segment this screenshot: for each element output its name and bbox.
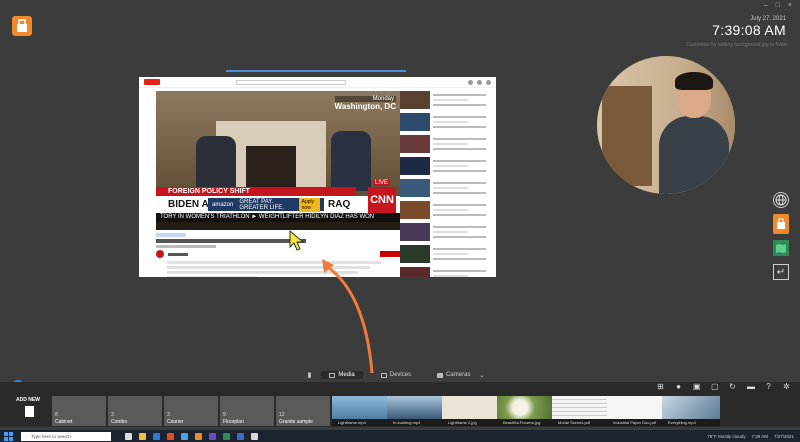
source-tabs: ▮ Media Devices Cameras ⌄ bbox=[0, 368, 800, 382]
location-label: Monday Washington, DC bbox=[334, 96, 396, 111]
folder-tile[interactable]: 12 Granite sample bbox=[276, 396, 330, 426]
video-meta bbox=[156, 233, 400, 248]
media-thumbnail[interactable]: Lightframe.mp4 bbox=[332, 396, 390, 426]
youtube-header-icons bbox=[468, 79, 491, 85]
windows-start-icon[interactable] bbox=[4, 431, 13, 441]
live-badge: LIVE bbox=[372, 180, 390, 186]
cnn-logo: CNN bbox=[368, 187, 396, 213]
app-taskbar-icon[interactable] bbox=[195, 432, 202, 440]
media-thumbnail[interactable]: Modal Scenes.pdf bbox=[552, 396, 610, 426]
app-switch-icon[interactable] bbox=[773, 214, 789, 234]
youtube-header bbox=[139, 77, 496, 88]
help-icon[interactable]: ? bbox=[765, 383, 772, 391]
screen-icon[interactable]: ▣ bbox=[693, 383, 701, 391]
annotation-arrow bbox=[322, 259, 374, 374]
ad-banner: amazon GREAT PAY. GREATER LIFE. Apply no… bbox=[208, 197, 324, 212]
app-logo-icon[interactable] bbox=[12, 16, 32, 36]
system-tray: 78°F Mostly cloudy 7:39 AM 7/27/2021 bbox=[707, 434, 794, 439]
camera-icon[interactable]: ● bbox=[675, 383, 682, 391]
tab-cameras[interactable]: Cameras ⌄ bbox=[429, 371, 492, 380]
explorer-icon[interactable] bbox=[139, 432, 146, 440]
grid-icon[interactable]: ⊞ bbox=[657, 383, 664, 391]
recommended-videos bbox=[400, 91, 492, 277]
media-icon bbox=[329, 372, 336, 378]
pin-icon[interactable]: ▮ bbox=[308, 371, 312, 379]
media-thumbnail[interactable]: Lightframe 2.jpg bbox=[442, 396, 500, 426]
edge-icon[interactable] bbox=[153, 432, 160, 440]
person-left bbox=[196, 136, 236, 191]
screen-share-indicator bbox=[226, 70, 406, 72]
clock: July 27, 2021 7:39:08 AM bbox=[712, 16, 786, 38]
add-document-icon bbox=[25, 406, 34, 417]
windows-taskbar: Type here to search 78°F Mostly cloudy 7… bbox=[0, 430, 800, 442]
background-hint: Customize by adding background.jpg to fo… bbox=[686, 42, 788, 48]
taskbar-search-input[interactable]: Type here to search bbox=[21, 431, 111, 441]
settings-taskbar-icon[interactable] bbox=[251, 432, 258, 440]
video-controls-bar bbox=[156, 222, 400, 230]
add-new-button[interactable]: ADD NEW bbox=[16, 397, 48, 425]
cameras-icon bbox=[437, 372, 444, 378]
presenter-body bbox=[659, 116, 729, 194]
maximize-button[interactable]: □ bbox=[776, 2, 780, 9]
minimize-button[interactable]: – bbox=[764, 2, 768, 9]
taskbar-apps bbox=[125, 432, 258, 440]
folder-tile[interactable]: 3 Combo bbox=[108, 396, 162, 426]
folder-tile[interactable]: 8 Cabinet bbox=[52, 396, 106, 426]
webcam-feed[interactable] bbox=[597, 56, 735, 194]
word-icon[interactable] bbox=[237, 432, 244, 440]
tab-media[interactable]: Media bbox=[321, 371, 363, 379]
task-view-icon[interactable] bbox=[125, 432, 132, 440]
media-thumbnail[interactable]: Beautiful-Flowers.jpg bbox=[497, 396, 555, 426]
bookshelf bbox=[602, 86, 652, 186]
window-controls: – □ × bbox=[764, 2, 792, 9]
news-ticker: TORY IN WOMEN'S TRIATHLON ► WEIGHTLIFTER… bbox=[156, 213, 400, 222]
close-button[interactable]: × bbox=[788, 2, 792, 9]
media-thumbnail[interactable]: Everything.mp4 bbox=[662, 396, 720, 426]
media-thumbnail[interactable]: Industrial Paper Doc.pdf bbox=[607, 396, 665, 426]
settings-icon[interactable]: ✲ bbox=[783, 383, 790, 391]
youtube-search-input bbox=[236, 79, 346, 85]
weather-label[interactable]: 78°F Mostly cloudy bbox=[707, 434, 745, 439]
mouse-cursor-icon bbox=[289, 229, 305, 257]
exit-icon[interactable]: ↵ bbox=[773, 264, 789, 280]
excel-icon[interactable] bbox=[223, 432, 230, 440]
folder-tile[interactable]: 9 Floorplan bbox=[220, 396, 274, 426]
globe-icon[interactable] bbox=[773, 192, 789, 208]
folder-icon[interactable]: ▬ bbox=[747, 383, 755, 391]
chevron-down-icon[interactable]: ⌄ bbox=[479, 372, 484, 379]
chrome-icon[interactable] bbox=[167, 432, 174, 440]
video-player: Monday Washington, DC LIVE FOREIGN POLIC… bbox=[156, 91, 400, 230]
media-thumbnail[interactable]: In-building.mp4 bbox=[387, 396, 445, 426]
map-icon[interactable] bbox=[773, 240, 789, 256]
tray-time[interactable]: 7:39 AM bbox=[751, 434, 768, 439]
app-window: – □ × July 27, 2021 7:39:08 AM Customize… bbox=[0, 0, 800, 442]
tray-toolbar: ⊞ ● ▣ ▢ ↻ ▬ ? ✲ bbox=[657, 383, 790, 391]
folder-tile[interactable]: 3 Courier bbox=[164, 396, 218, 426]
shared-screen[interactable]: Monday Washington, DC LIVE FOREIGN POLIC… bbox=[139, 77, 496, 277]
clock-time: 7:39:08 AM bbox=[712, 22, 786, 38]
channel-avatar bbox=[156, 250, 164, 258]
person-right bbox=[331, 131, 371, 191]
devices-icon bbox=[380, 372, 387, 378]
mail-icon[interactable] bbox=[181, 432, 188, 440]
teams-icon[interactable] bbox=[209, 432, 216, 440]
refresh-icon[interactable]: ↻ bbox=[729, 383, 736, 391]
chyron-top: FOREIGN POLICY SHIFT bbox=[156, 187, 356, 196]
tab-devices[interactable]: Devices bbox=[373, 371, 419, 379]
tray-date[interactable]: 7/27/2021 bbox=[774, 434, 794, 439]
youtube-logo-icon bbox=[144, 79, 160, 85]
window-icon[interactable]: ▢ bbox=[711, 383, 719, 391]
